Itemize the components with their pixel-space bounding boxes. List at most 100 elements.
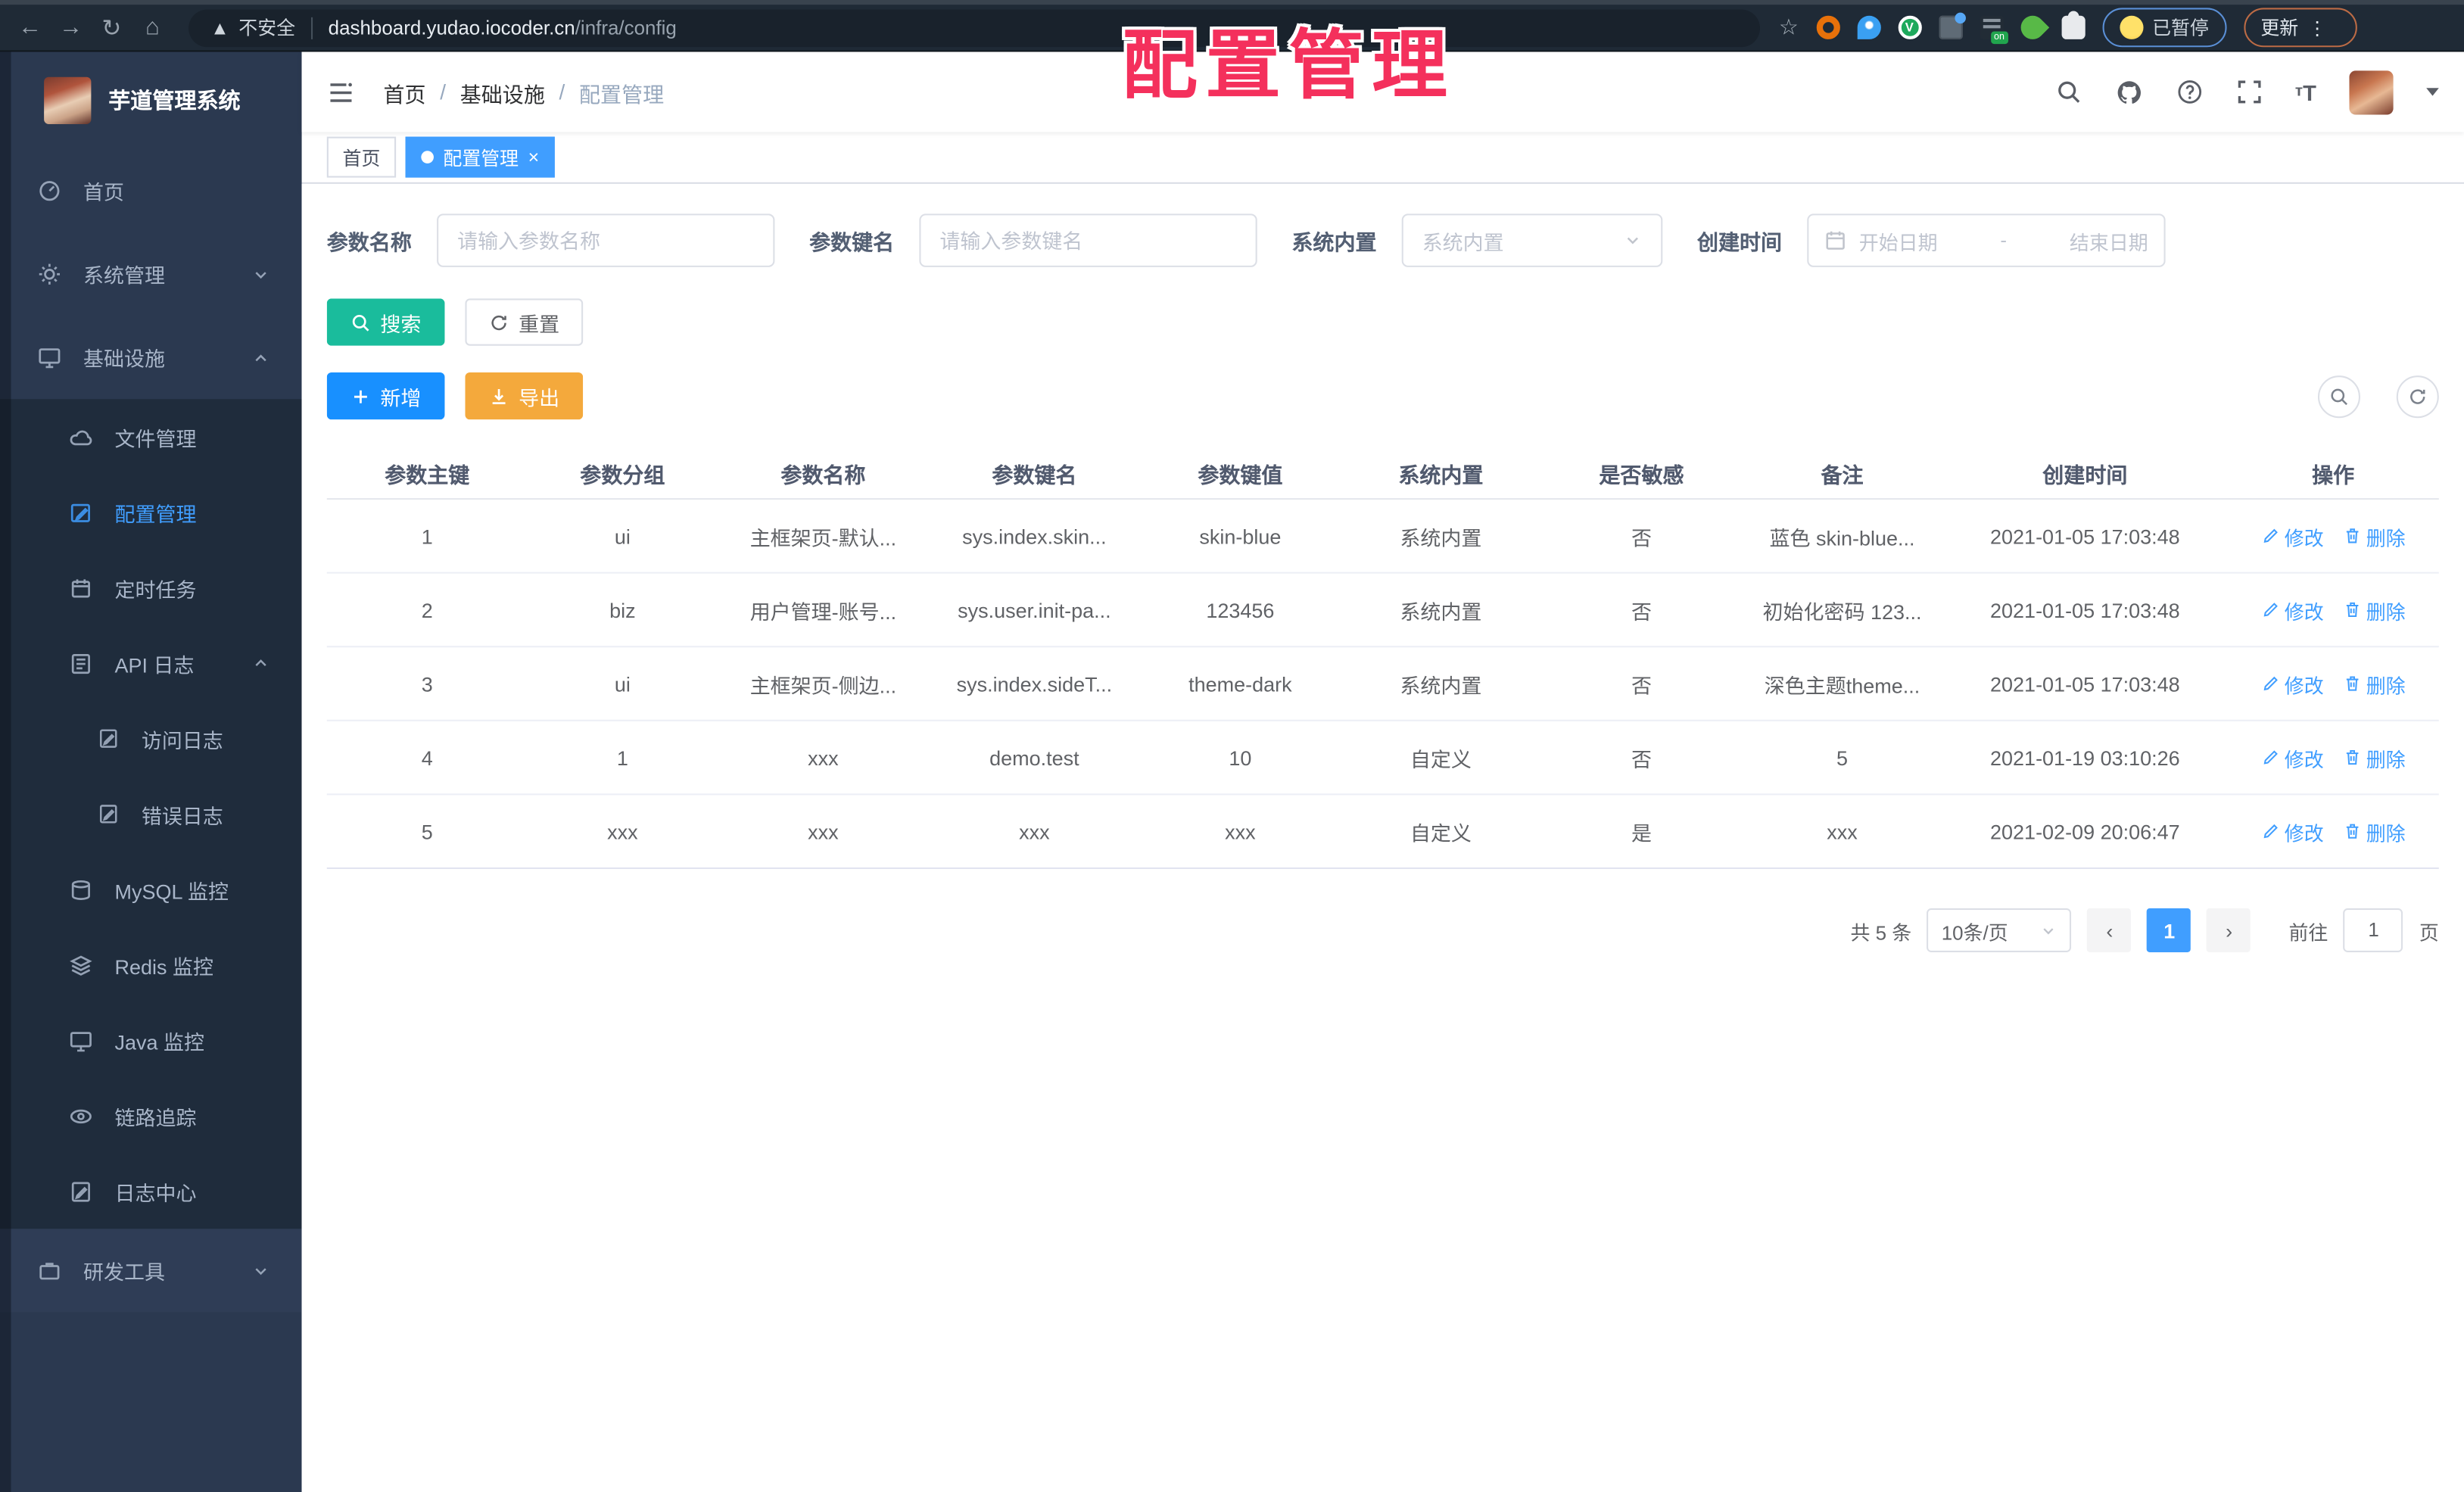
- table-cell: theme-dark: [1188, 671, 1292, 696]
- extension-icon[interactable]: [1979, 15, 2008, 45]
- github-icon[interactable]: [2114, 78, 2142, 106]
- sidebar-item-error-log[interactable]: 错误日志: [0, 776, 302, 852]
- edit-link[interactable]: 修改: [2261, 668, 2324, 698]
- delete-link[interactable]: 删除: [2343, 521, 2406, 550]
- sidebar-item-infra[interactable]: 基础设施: [0, 316, 302, 399]
- sidebar-collapse-icon[interactable]: [327, 78, 355, 106]
- logo-avatar: [44, 76, 92, 124]
- next-page-button[interactable]: ›: [2207, 908, 2251, 952]
- sidebar-item-tracing[interactable]: 链路追踪: [0, 1078, 302, 1154]
- delete-link[interactable]: 删除: [2343, 668, 2406, 698]
- search-button[interactable]: 搜索: [326, 298, 445, 346]
- delete-link[interactable]: 删除: [2343, 595, 2406, 625]
- add-button[interactable]: 新增: [326, 372, 445, 420]
- table-cell: 系统内置: [1400, 599, 1482, 624]
- sidebar-item-system[interactable]: 系统管理: [0, 232, 302, 316]
- sidebar-item-config-manage[interactable]: 配置管理: [0, 475, 302, 550]
- trash-icon: [2346, 528, 2358, 544]
- sidebar-item-java-monitor[interactable]: Java 监控: [0, 1002, 302, 1078]
- forward-icon[interactable]: →: [50, 14, 91, 41]
- update-button[interactable]: 更新 ⋮: [2243, 8, 2357, 48]
- sidebar-item-api-log[interactable]: API 日志: [0, 625, 302, 701]
- extension-icon[interactable]: [1815, 15, 1839, 39]
- table-row: 1 ui 主框架页-默认... sys.index.skin... skin-blue 系…: [326, 500, 2439, 574]
- edit-pencil-icon: [2263, 603, 2278, 617]
- back-icon[interactable]: ←: [9, 14, 50, 41]
- search-icon: [2331, 388, 2347, 405]
- extension-icon[interactable]: [2015, 11, 2049, 45]
- tags-view-bar: 首页 配置管理 ×: [301, 132, 2464, 184]
- tab-home[interactable]: 首页: [326, 136, 397, 178]
- delete-link[interactable]: 删除: [2343, 816, 2406, 846]
- extension-icon[interactable]: [1938, 12, 1966, 39]
- browser-menu-icon[interactable]: ⋮: [2308, 17, 2327, 39]
- address-bar[interactable]: ▲ 不安全 dashboard.yudao.iocoder.cn/infra/c…: [188, 8, 1761, 47]
- table-cell: 初始化密码 123...: [1762, 599, 1922, 624]
- user-avatar[interactable]: [2349, 70, 2394, 114]
- table-cell: skin-blue: [1199, 524, 1282, 548]
- edit-square-icon: [70, 503, 90, 522]
- avatar-caret-icon[interactable]: [2426, 88, 2439, 102]
- edit-link[interactable]: 修改: [2261, 595, 2324, 625]
- bookmark-star-icon[interactable]: ☆: [1779, 14, 1799, 41]
- not-secure-icon: ▲: [210, 16, 229, 39]
- param-name-input[interactable]: [437, 213, 775, 267]
- reset-button[interactable]: 重置: [465, 298, 584, 346]
- paused-badge[interactable]: 已暂停: [2101, 8, 2226, 48]
- table-cell: 否: [1631, 673, 1652, 697]
- breadcrumb-home[interactable]: 首页: [384, 76, 426, 108]
- table-cell: biz: [609, 597, 636, 622]
- sidebar-item-home[interactable]: 首页: [0, 149, 302, 232]
- chevron-up-icon: [255, 659, 266, 667]
- refresh-icon[interactable]: ↻: [91, 14, 132, 42]
- breadcrumb-infra[interactable]: 基础设施: [460, 76, 545, 108]
- sidebar-item-dev-tools[interactable]: 研发工具: [0, 1229, 302, 1313]
- extension-icon[interactable]: V: [1897, 15, 1921, 39]
- table-cell: sys.index.skin...: [962, 524, 1107, 548]
- help-icon[interactable]: [2176, 79, 2202, 105]
- home-icon[interactable]: ⌂: [132, 14, 173, 41]
- sidebar-item-redis-monitor[interactable]: Redis 监控: [0, 927, 302, 1003]
- goto-page-input[interactable]: [2344, 908, 2404, 952]
- param-key-input[interactable]: [919, 213, 1257, 267]
- table-cell: 主框架页-侧边...: [749, 673, 897, 697]
- sidebar-item-log-center[interactable]: 日志中心: [0, 1154, 302, 1229]
- table-cell: 否: [1631, 525, 1652, 550]
- page-1-button[interactable]: 1: [2147, 908, 2191, 952]
- table-cell: 否: [1631, 747, 1652, 771]
- table-cell: xxx: [1225, 819, 1256, 843]
- extension-icon[interactable]: [1856, 15, 1880, 39]
- table-cell: xxx: [607, 819, 638, 843]
- toggle-search-button[interactable]: [2317, 375, 2361, 418]
- page-size-select[interactable]: 10条/页: [1927, 908, 2073, 952]
- monitor-icon: [70, 1031, 92, 1051]
- edit-link[interactable]: 修改: [2261, 816, 2324, 846]
- sidebar-item-scheduled-tasks[interactable]: 定时任务: [0, 550, 302, 626]
- table-row: 2 biz 用户管理-账号... sys.user.init-pa... 123456 系…: [326, 574, 2439, 648]
- export-button[interactable]: 导出: [465, 372, 584, 420]
- edit-link[interactable]: 修改: [2261, 743, 2324, 772]
- edit-link[interactable]: 修改: [2261, 521, 2324, 550]
- tab-close-icon[interactable]: ×: [528, 148, 540, 167]
- database-icon: [71, 879, 90, 899]
- briefcase-icon: [39, 1263, 60, 1280]
- search-icon[interactable]: [2054, 79, 2081, 105]
- config-table: 参数主键 参数分组 参数名称 参数键名 参数键值 系统内置 是否敏感 备注 创建…: [326, 447, 2439, 869]
- system-builtin-select[interactable]: 系统内置: [1401, 213, 1663, 267]
- date-range-picker[interactable]: 开始日期 - 结束日期: [1807, 213, 2166, 267]
- sidebar-item-mysql-monitor[interactable]: MySQL 监控: [0, 852, 302, 927]
- delete-link[interactable]: 删除: [2343, 743, 2406, 772]
- sidebar-item-file-manage[interactable]: 文件管理: [0, 399, 302, 475]
- extensions-puzzle-icon[interactable]: [2061, 11, 2085, 39]
- table-cell: 4: [421, 746, 433, 770]
- sidebar: 芋道管理系统 首页 系统管理 基础设施 文件管理 配置管理 定时任务 API 日…: [0, 51, 302, 1492]
- font-size-icon[interactable]: тT: [2295, 79, 2316, 104]
- table-cell: xxx: [808, 746, 839, 770]
- edit-pencil-icon: [2263, 750, 2278, 765]
- table-cell: sys.index.sideT...: [956, 671, 1113, 696]
- prev-page-button[interactable]: ‹: [2087, 908, 2132, 952]
- tab-config-manage[interactable]: 配置管理 ×: [405, 136, 555, 178]
- sidebar-item-access-log[interactable]: 访问日志: [0, 701, 302, 777]
- refresh-table-button[interactable]: [2396, 375, 2439, 418]
- fullscreen-icon[interactable]: [2235, 79, 2262, 105]
